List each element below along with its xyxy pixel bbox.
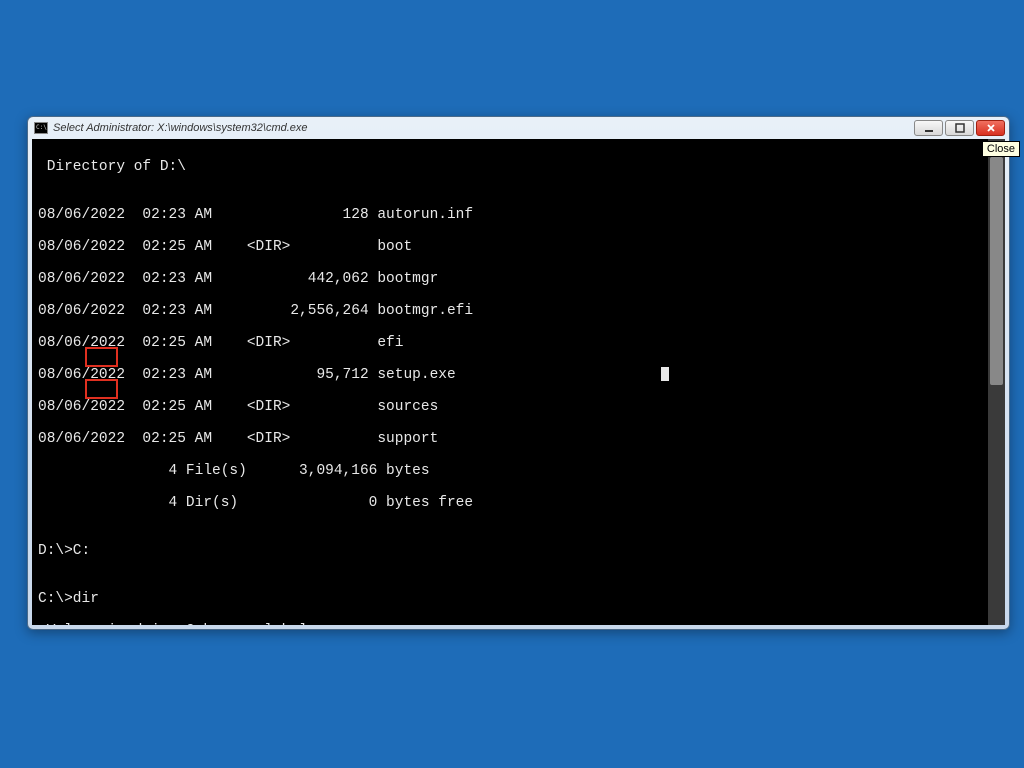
minimize-button[interactable]	[914, 120, 943, 136]
close-button[interactable]	[976, 120, 1005, 136]
text-cursor-icon	[661, 367, 669, 381]
titlebar[interactable]: Select Administrator: X:\windows\system3…	[28, 117, 1009, 139]
cmd-window: Select Administrator: X:\windows\system3…	[27, 116, 1010, 630]
scrollbar[interactable]	[988, 139, 1005, 625]
output-line: 4 Dir(s) 0 bytes free	[38, 495, 999, 511]
cmd-icon	[34, 122, 48, 134]
output-line: 08/06/2022 02:25 AM <DIR> support	[38, 431, 999, 447]
prompt-line: C:\>dir	[38, 591, 999, 607]
close-tooltip: Close	[982, 141, 1020, 157]
output-line: 08/06/2022 02:25 AM <DIR> efi	[38, 335, 999, 351]
terminal-output[interactable]: Directory of D:\ 08/06/2022 02:23 AM 128…	[32, 139, 1005, 625]
scrollbar-thumb[interactable]	[990, 157, 1003, 385]
output-line: 08/06/2022 02:25 AM <DIR> sources	[38, 399, 999, 415]
prompt-line: D:\>C:	[38, 543, 999, 559]
output-line: Volume in drive C has no label.	[38, 623, 999, 625]
output-line: 08/06/2022 02:23 AM 128 autorun.inf	[38, 207, 999, 223]
output-line: 4 File(s) 3,094,166 bytes	[38, 463, 999, 479]
output-line: 08/06/2022 02:23 AM 2,556,264 bootmgr.ef…	[38, 303, 999, 319]
output-line: 08/06/2022 02:23 AM 95,712 setup.exe	[38, 367, 999, 383]
maximize-button[interactable]	[945, 120, 974, 136]
window-title: Select Administrator: X:\windows\system3…	[53, 122, 914, 134]
output-line: 08/06/2022 02:25 AM <DIR> boot	[38, 239, 999, 255]
output-line: Directory of D:\	[38, 159, 999, 175]
window-controls	[914, 120, 1005, 136]
output-line: 08/06/2022 02:23 AM 442,062 bootmgr	[38, 271, 999, 287]
